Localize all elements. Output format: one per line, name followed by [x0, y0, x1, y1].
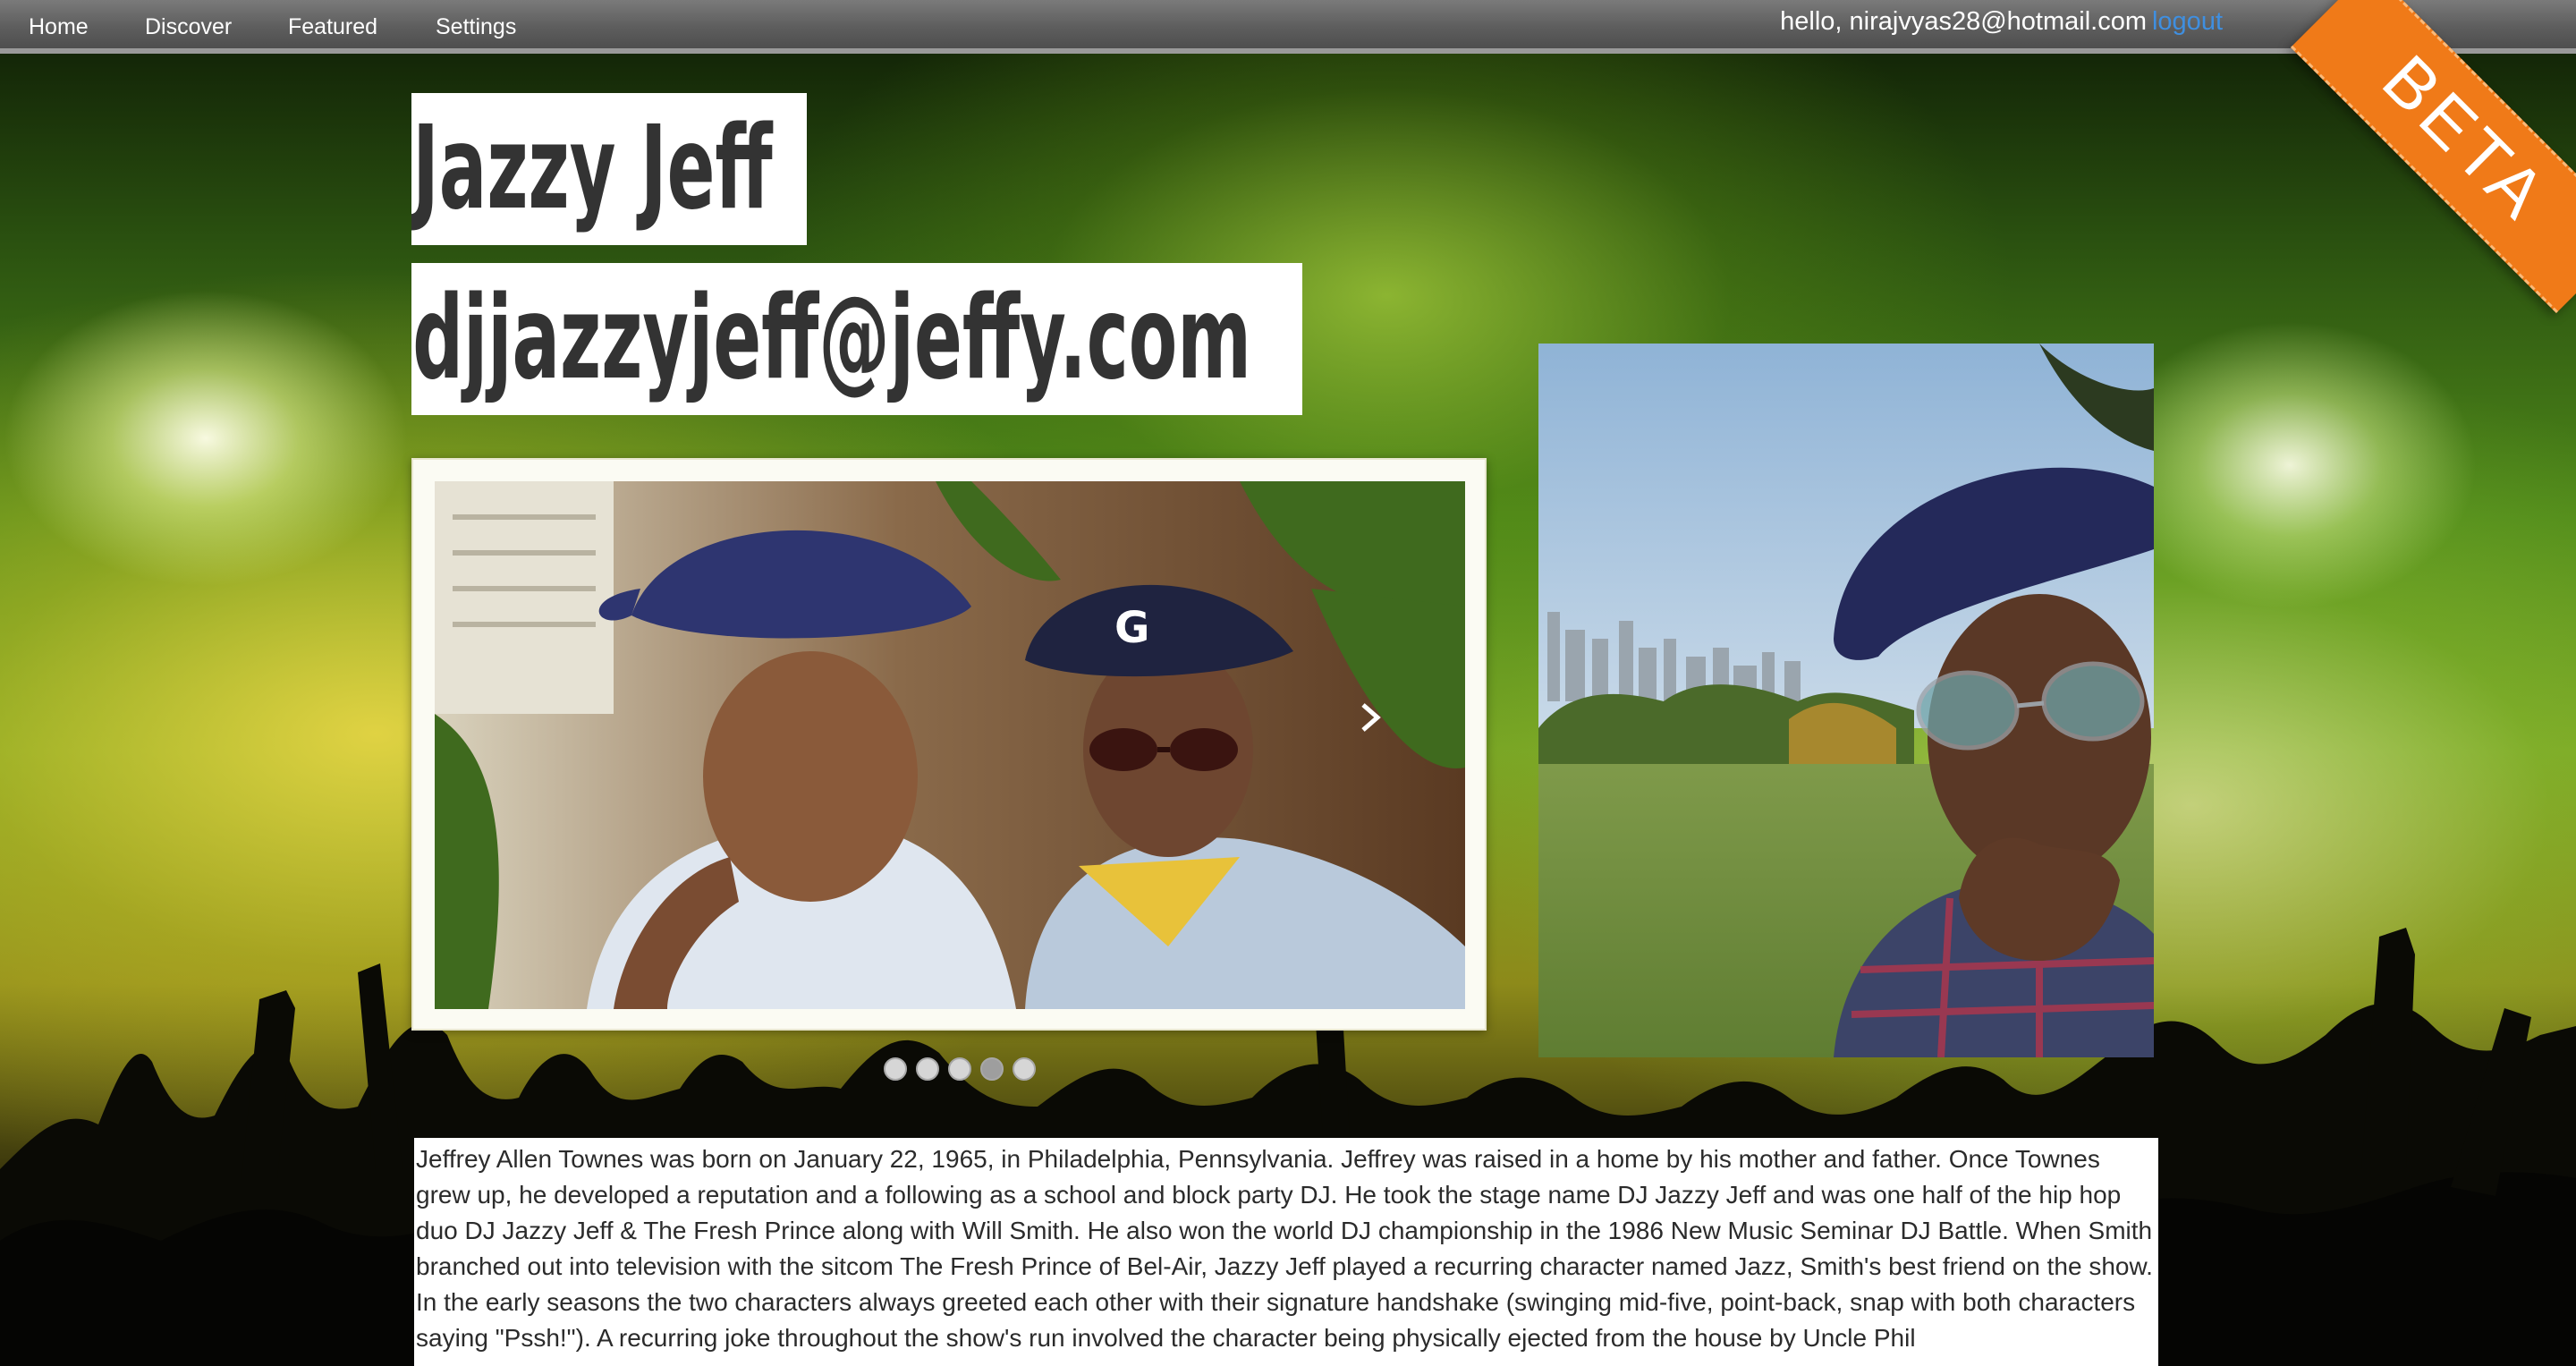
top-nav-bar: Home Discover Featured Settings hello, n…	[0, 0, 2576, 54]
slider-next-arrow[interactable]	[1352, 700, 1388, 735]
artist-bio: Jeffrey Allen Townes was born on January…	[414, 1138, 2158, 1366]
portrait-illustration	[1538, 344, 2154, 1057]
artist-email-text: djjazzyjeff@jeffy.com	[412, 272, 1251, 405]
nav-item-home[interactable]: Home	[29, 14, 89, 40]
artist-name-text: Jazzy Jeff	[412, 102, 773, 235]
nav-item-settings[interactable]: Settings	[436, 14, 516, 40]
nav-item-discover[interactable]: Discover	[145, 14, 232, 40]
slider-dot[interactable]	[884, 1057, 907, 1081]
slide-photo: G	[435, 481, 1465, 1009]
chevron-right-icon	[1361, 703, 1381, 732]
artist-name-heading: Jazzy Jeff	[411, 93, 807, 245]
nav-item-featured[interactable]: Featured	[288, 14, 377, 40]
user-greeting: hello, nirajvyas28@hotmail.com logout	[1780, 7, 2223, 37]
slider-dot[interactable]	[1013, 1057, 1036, 1081]
slider-pagination	[884, 1057, 1036, 1082]
slider-dot[interactable]	[980, 1057, 1004, 1081]
slider-dot[interactable]	[916, 1057, 939, 1081]
slider-dot[interactable]	[948, 1057, 971, 1081]
artist-email-heading: djjazzyjeff@jeffy.com	[411, 263, 1302, 415]
artist-portrait-photo	[1538, 344, 2154, 1057]
page-background: Home Discover Featured Settings hello, n…	[0, 0, 2576, 1366]
image-slider: G	[411, 458, 1487, 1031]
svg-text:G: G	[1114, 603, 1149, 653]
slide-photo-illustration: G	[435, 481, 1465, 1009]
greeting-text: hello, nirajvyas28@hotmail.com	[1780, 7, 2147, 36]
logout-link[interactable]: logout	[2152, 7, 2223, 36]
